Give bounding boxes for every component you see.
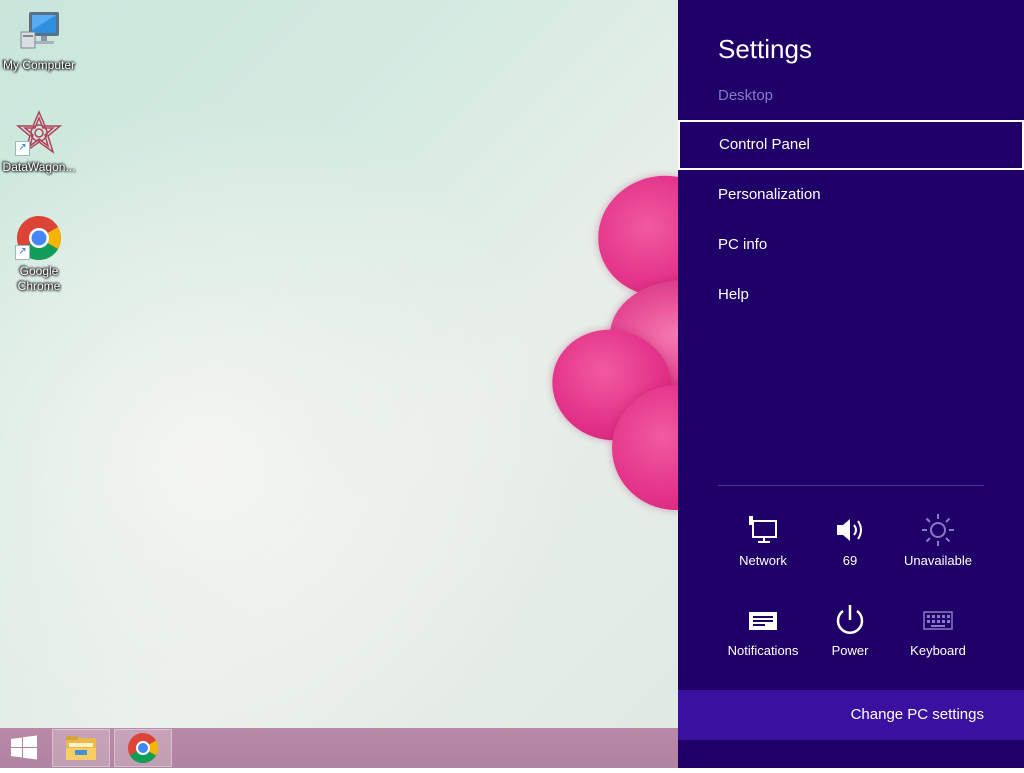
file-explorer-icon [66,736,96,760]
quick-setting-label: Notifications [727,643,799,658]
settings-item-help[interactable]: Help [678,270,1024,320]
quick-setting-label: Network [739,553,787,568]
desktop-icon-my-computer[interactable]: My Computer [1,8,77,73]
settings-item-control-panel[interactable]: Control Panel [678,120,1024,170]
settings-item-pc-info[interactable]: PC info [678,220,1024,270]
chrome-icon: ↗ [15,214,63,262]
change-pc-settings-link[interactable]: Change PC settings [678,690,1024,740]
network-icon [749,516,777,543]
power-icon [836,605,864,634]
quick-setting-notifications[interactable]: Notifications [719,603,807,658]
quick-setting-keyboard[interactable]: Keyboard [894,603,982,658]
taskbar-chrome[interactable] [114,729,172,767]
charm-title: Settings [718,34,812,64]
shortcut-arrow-icon: ↗ [15,141,30,156]
desktop-icon-label: DataWagon... [2,160,76,174]
taskbar [0,728,678,768]
settings-charm-panel: Settings Desktop Control Panel Personali… [678,0,1024,768]
quick-setting-network[interactable]: Network [719,513,807,568]
quick-settings-divider [718,485,984,486]
notifications-icon [749,612,777,630]
start-button[interactable] [0,728,48,768]
brightness-icon [922,514,954,546]
desktop: My Computer ↗ DataWagon... ↗ Google Chro… [0,0,678,768]
quick-setting-volume[interactable]: 69 [806,513,894,568]
quick-setting-brightness[interactable]: Unavailable [894,513,982,568]
my-computer-icon [15,8,63,56]
desktop-icon-google-chrome[interactable]: ↗ Google Chrome [1,214,77,294]
quick-setting-label: 69 [842,553,858,568]
change-pc-settings-label: Change PC settings [850,706,984,723]
taskbar-file-explorer[interactable] [52,729,110,767]
volume-icon [837,519,862,541]
datawagon-icon: ↗ [15,110,63,158]
quick-setting-label: Keyboard [910,643,966,658]
desktop-icon-label: My Computer [2,58,76,72]
settings-item-personalization[interactable]: Personalization [678,170,1024,220]
desktop-icon-label: Google Chrome [17,264,61,293]
windows-logo-icon [11,735,37,760]
chrome-icon [128,733,159,764]
charm-context-label: Desktop [718,87,774,104]
quick-setting-label: Unavailable [904,553,972,568]
desktop-icon-datawagon[interactable]: ↗ DataWagon... [1,110,77,175]
quick-setting-label: Power [831,643,869,658]
wallpaper-flower [539,163,678,530]
keyboard-icon [923,611,953,630]
shortcut-arrow-icon: ↗ [15,245,30,260]
quick-setting-power[interactable]: Power [806,603,894,658]
